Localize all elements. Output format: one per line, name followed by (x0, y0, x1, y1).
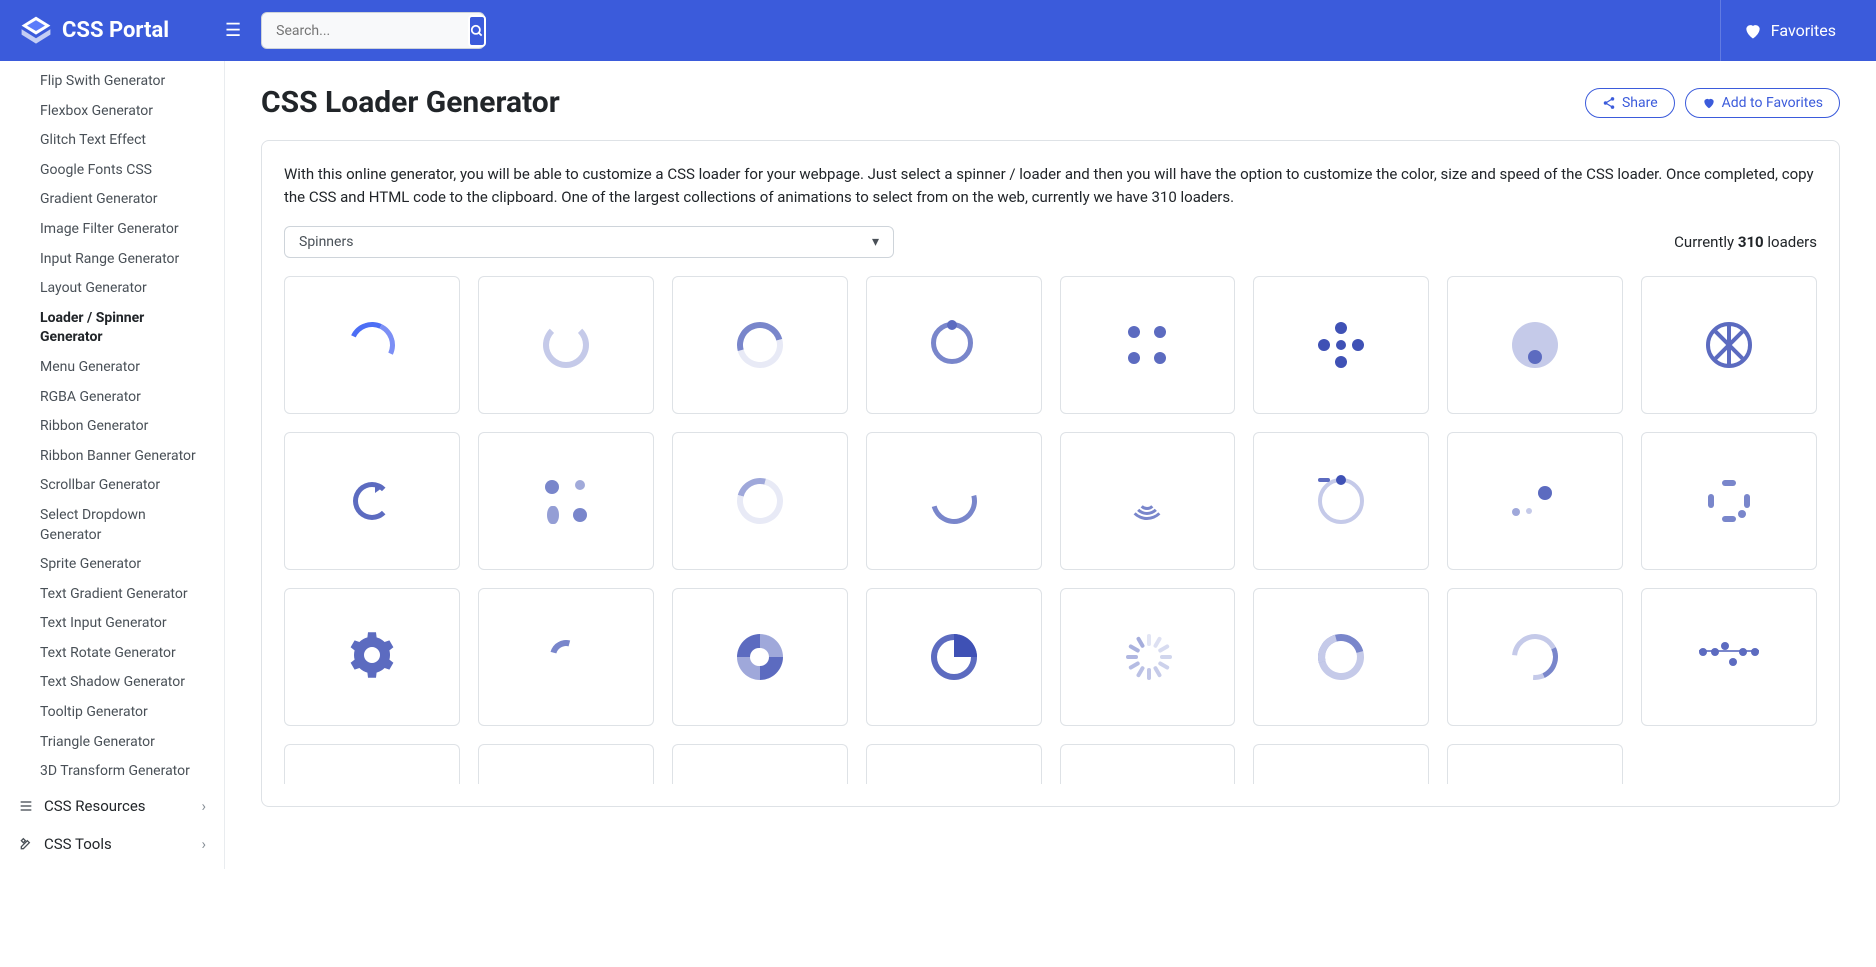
search-box (261, 12, 485, 49)
loader-card[interactable] (1641, 432, 1817, 570)
favorites-link[interactable]: Favorites (1720, 0, 1858, 61)
loader-card[interactable] (1447, 744, 1623, 784)
sidebar-item[interactable]: Text Shadow Generator (0, 668, 224, 698)
loader-card[interactable] (478, 276, 654, 414)
chevron-right-icon: › (201, 797, 206, 815)
sidebar-item[interactable]: Layout Generator (0, 274, 224, 304)
sidebar-item[interactable]: Flip Swith Generator (0, 67, 224, 97)
sidebar-item[interactable]: Tooltip Generator (0, 698, 224, 728)
sidebar-item[interactable]: Sprite Generator (0, 550, 224, 580)
loader-card[interactable] (672, 744, 848, 784)
brand-name: CSS Portal (62, 18, 169, 43)
section-label: CSS Resources (44, 797, 146, 815)
list-icon (18, 798, 34, 814)
search-input[interactable] (262, 23, 468, 39)
logo-icon (18, 13, 54, 49)
loader-card[interactable] (284, 588, 460, 726)
brand-logo[interactable]: CSS Portal (18, 13, 225, 49)
sidebar-section-resources[interactable]: CSS Resources › (0, 787, 224, 825)
search-button[interactable] (468, 15, 486, 47)
sidebar-item[interactable]: Ribbon Generator (0, 412, 224, 442)
loader-count: Currently 310 loaders (1674, 233, 1817, 251)
tools-icon (18, 836, 34, 852)
sidebar-item[interactable]: Triangle Generator (0, 728, 224, 758)
loader-card[interactable] (478, 588, 654, 726)
sidebar-item[interactable]: Glitch Text Effect (0, 126, 224, 156)
loader-card[interactable] (478, 744, 654, 784)
loader-card[interactable] (284, 432, 460, 570)
generator-panel: With this online generator, you will be … (261, 140, 1840, 807)
sidebar-item[interactable]: Scrollbar Generator (0, 471, 224, 501)
category-dropdown[interactable]: Spinners ▾ (284, 226, 894, 258)
sidebar-item[interactable]: Menu Generator (0, 353, 224, 383)
sidebar-item[interactable]: Input Range Generator (0, 245, 224, 275)
loader-card[interactable] (1060, 276, 1236, 414)
heart-icon (1702, 96, 1716, 110)
loader-card[interactable] (284, 276, 460, 414)
loader-card[interactable] (1641, 588, 1817, 726)
loader-card[interactable] (1447, 276, 1623, 414)
loader-card[interactable] (1447, 432, 1623, 570)
sidebar-item[interactable]: Ribbon Banner Generator (0, 442, 224, 472)
sidebar-item[interactable]: 3D Transform Generator (0, 757, 224, 787)
loader-card[interactable] (1641, 276, 1817, 414)
intro-text: With this online generator, you will be … (284, 163, 1817, 208)
menu-toggle-icon[interactable]: ☰ (225, 20, 241, 41)
sidebar-item[interactable]: Text Input Generator (0, 609, 224, 639)
favorites-label: Favorites (1771, 21, 1836, 40)
search-icon (470, 24, 484, 38)
chevron-down-icon: ▾ (872, 234, 879, 250)
add-fav-label: Add to Favorites (1722, 95, 1823, 111)
loader-card[interactable] (1060, 432, 1236, 570)
loader-card[interactable] (1253, 588, 1429, 726)
loader-grid (284, 276, 1817, 784)
loader-card[interactable] (866, 432, 1042, 570)
section-label: CSS Tools (44, 835, 112, 853)
sidebar-item[interactable]: Text Rotate Generator (0, 639, 224, 669)
loader-card[interactable] (1060, 588, 1236, 726)
loader-card[interactable] (866, 744, 1042, 784)
loader-card[interactable] (672, 432, 848, 570)
heart-icon (1743, 21, 1763, 41)
loader-card[interactable] (1447, 588, 1623, 726)
loader-card[interactable] (866, 588, 1042, 726)
share-button[interactable]: Share (1585, 88, 1675, 118)
sidebar: Flip Swith GeneratorFlexbox GeneratorGli… (0, 61, 225, 869)
loader-card[interactable] (284, 744, 460, 784)
sidebar-item[interactable]: Text Gradient Generator (0, 580, 224, 610)
sidebar-item[interactable]: Select Dropdown Generator (0, 501, 224, 550)
loader-card[interactable] (1253, 432, 1429, 570)
page-title: CSS Loader Generator (261, 85, 560, 120)
share-icon (1602, 96, 1616, 110)
chevron-right-icon: › (201, 835, 206, 853)
add-favorites-button[interactable]: Add to Favorites (1685, 88, 1840, 118)
sidebar-item[interactable]: Image Filter Generator (0, 215, 224, 245)
sidebar-item[interactable]: RGBA Generator (0, 383, 224, 413)
loader-card[interactable] (866, 276, 1042, 414)
dropdown-value: Spinners (299, 234, 353, 250)
loader-card[interactable] (672, 276, 848, 414)
loader-card[interactable] (1060, 744, 1236, 784)
loader-card[interactable] (478, 432, 654, 570)
loader-card[interactable] (672, 588, 848, 726)
share-label: Share (1622, 95, 1658, 111)
sidebar-item[interactable]: Google Fonts CSS (0, 156, 224, 186)
sidebar-item[interactable]: Gradient Generator (0, 185, 224, 215)
sidebar-item[interactable]: Flexbox Generator (0, 97, 224, 127)
loader-card[interactable] (1253, 276, 1429, 414)
sidebar-section-tools[interactable]: CSS Tools › (0, 825, 224, 863)
loader-card[interactable] (1253, 744, 1429, 784)
sidebar-item[interactable]: Loader / Spinner Generator (0, 304, 224, 353)
